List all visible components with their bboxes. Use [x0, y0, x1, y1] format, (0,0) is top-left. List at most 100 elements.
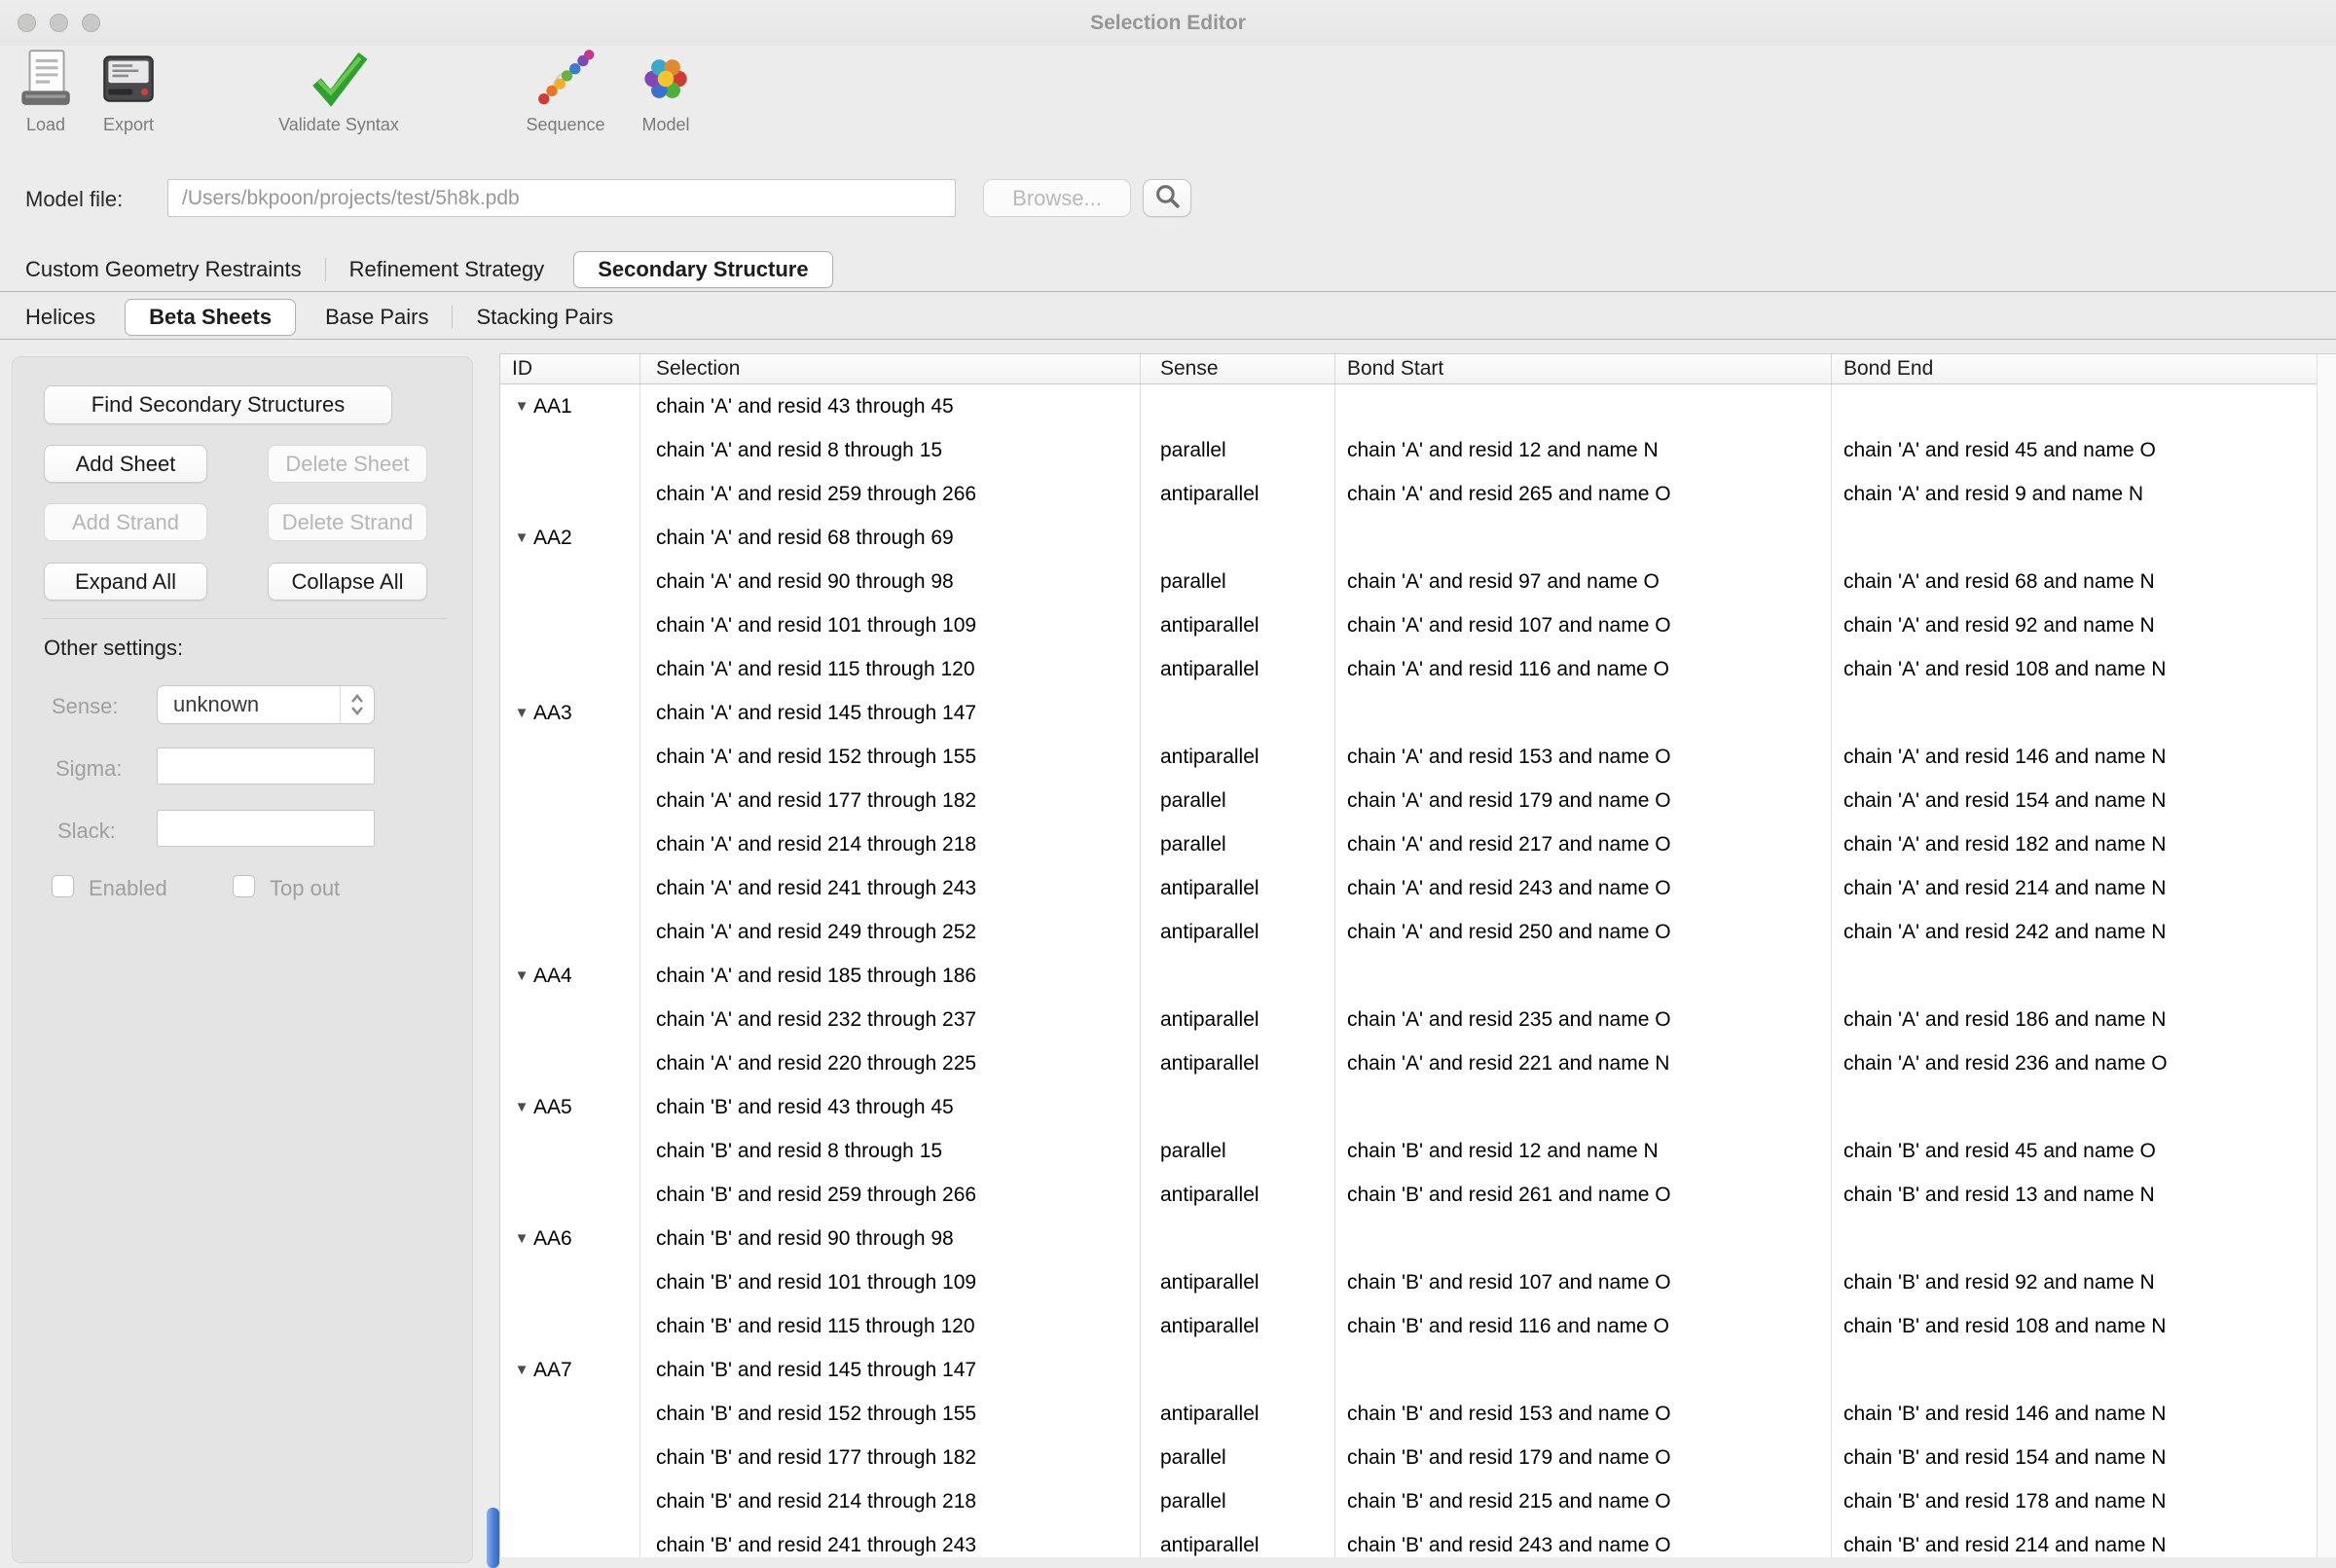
tab-secondary-structure[interactable]: Secondary Structure: [573, 251, 832, 288]
table-row[interactable]: ▼ chain 'A' and resid 249 through 252 an…: [500, 910, 2336, 954]
table-row[interactable]: ▼ chain 'A' and resid 152 through 155 an…: [500, 735, 2336, 779]
bond-start-cell[interactable]: chain 'A' and resid 217 and name O: [1335, 822, 1832, 866]
selection-cell[interactable]: chain 'B' and resid 101 through 109: [640, 1260, 1141, 1304]
table-row[interactable]: ▼ AA2 chain 'A' and resid 68 through 69: [500, 516, 2336, 560]
bond-end-cell[interactable]: chain 'B' and resid 146 and name N: [1832, 1392, 2336, 1436]
find-secondary-structures-button[interactable]: Find Secondary Structures: [44, 385, 392, 424]
bond-start-cell[interactable]: chain 'A' and resid 250 and name O: [1335, 910, 1832, 954]
sense-cell[interactable]: antiparallel: [1141, 1523, 1335, 1557]
table-row[interactable]: ▼ chain 'A' and resid 232 through 237 an…: [500, 998, 2336, 1041]
column-header-selection[interactable]: Selection: [640, 354, 1141, 383]
bond-start-cell[interactable]: chain 'B' and resid 12 and name N: [1335, 1129, 1832, 1173]
sense-cell[interactable]: [1141, 1348, 1335, 1392]
disclosure-triangle-icon[interactable]: ▼: [510, 967, 533, 984]
selection-cell[interactable]: chain 'B' and resid 177 through 182: [640, 1436, 1141, 1479]
bond-end-cell[interactable]: chain 'A' and resid 242 and name N: [1832, 910, 2336, 954]
selection-cell[interactable]: chain 'B' and resid 8 through 15: [640, 1129, 1141, 1173]
bond-end-cell[interactable]: chain 'B' and resid 45 and name O: [1832, 1129, 2336, 1173]
disclosure-triangle-icon[interactable]: ▼: [510, 1230, 533, 1247]
selection-cell[interactable]: chain 'A' and resid 177 through 182: [640, 779, 1141, 822]
sense-cell[interactable]: antiparallel: [1141, 1260, 1335, 1304]
bond-end-cell[interactable]: chain 'B' and resid 108 and name N: [1832, 1304, 2336, 1348]
table-row[interactable]: ▼ chain 'B' and resid 241 through 243 an…: [500, 1523, 2336, 1557]
selection-cell[interactable]: chain 'A' and resid 152 through 155: [640, 735, 1141, 779]
selection-cell[interactable]: chain 'A' and resid 145 through 147: [640, 691, 1141, 735]
selection-cell[interactable]: chain 'B' and resid 43 through 45: [640, 1085, 1141, 1129]
selection-cell[interactable]: chain 'A' and resid 259 through 266: [640, 472, 1141, 516]
sense-cell[interactable]: antiparallel: [1141, 1392, 1335, 1436]
bond-end-cell[interactable]: [1832, 1217, 2336, 1260]
table-row[interactable]: ▼ AA3 chain 'A' and resid 145 through 14…: [500, 691, 2336, 735]
selection-cell[interactable]: chain 'A' and resid 43 through 45: [640, 384, 1141, 428]
table-row[interactable]: ▼ AA1 chain 'A' and resid 43 through 45: [500, 384, 2336, 428]
selection-cell[interactable]: chain 'B' and resid 241 through 243: [640, 1523, 1141, 1557]
bond-start-cell[interactable]: chain 'A' and resid 221 and name N: [1335, 1041, 1832, 1085]
bond-end-cell[interactable]: chain 'A' and resid 45 and name O: [1832, 428, 2336, 472]
sense-cell[interactable]: antiparallel: [1141, 472, 1335, 516]
bond-start-cell[interactable]: [1335, 1348, 1832, 1392]
selection-cell[interactable]: chain 'B' and resid 214 through 218: [640, 1479, 1141, 1523]
selection-cell[interactable]: chain 'B' and resid 145 through 147: [640, 1348, 1141, 1392]
bond-end-cell[interactable]: [1832, 516, 2336, 560]
disclosure-triangle-icon[interactable]: ▼: [510, 398, 533, 415]
table-row[interactable]: ▼ chain 'A' and resid 101 through 109 an…: [500, 603, 2336, 647]
vertical-scrollbar[interactable]: [2317, 354, 2336, 1557]
sense-cell[interactable]: antiparallel: [1141, 998, 1335, 1041]
expand-all-button[interactable]: Expand All: [44, 563, 207, 601]
disclosure-triangle-icon[interactable]: ▼: [510, 1099, 533, 1115]
bond-end-cell[interactable]: chain 'A' and resid 146 and name N: [1832, 735, 2336, 779]
tab-stacking-pairs[interactable]: Stacking Pairs: [453, 295, 637, 339]
selection-cell[interactable]: chain 'B' and resid 259 through 266: [640, 1173, 1141, 1217]
bond-start-cell[interactable]: chain 'B' and resid 179 and name O: [1335, 1436, 1832, 1479]
sense-cell[interactable]: antiparallel: [1141, 1173, 1335, 1217]
sense-cell[interactable]: [1141, 1085, 1335, 1129]
selection-cell[interactable]: chain 'A' and resid 185 through 186: [640, 954, 1141, 998]
sense-cell[interactable]: parallel: [1141, 560, 1335, 603]
bond-end-cell[interactable]: chain 'B' and resid 92 and name N: [1832, 1260, 2336, 1304]
zoom-window-button[interactable]: [82, 14, 100, 32]
sense-cell[interactable]: antiparallel: [1141, 735, 1335, 779]
tab-custom-geometry-restraints[interactable]: Custom Geometry Restraints: [2, 248, 325, 291]
bond-end-cell[interactable]: chain 'A' and resid 236 and name O: [1832, 1041, 2336, 1085]
table-row[interactable]: ▼ chain 'A' and resid 177 through 182 pa…: [500, 779, 2336, 822]
bond-end-cell[interactable]: chain 'A' and resid 92 and name N: [1832, 603, 2336, 647]
bond-start-cell[interactable]: chain 'B' and resid 153 and name O: [1335, 1392, 1832, 1436]
bond-end-cell[interactable]: [1832, 954, 2336, 998]
sense-cell[interactable]: parallel: [1141, 1436, 1335, 1479]
tab-helices[interactable]: Helices: [2, 295, 119, 339]
bond-end-cell[interactable]: chain 'A' and resid 68 and name N: [1832, 560, 2336, 603]
disclosure-triangle-icon[interactable]: ▼: [510, 529, 533, 546]
selection-cell[interactable]: chain 'A' and resid 90 through 98: [640, 560, 1141, 603]
bond-start-cell[interactable]: chain 'B' and resid 215 and name O: [1335, 1479, 1832, 1523]
sense-cell[interactable]: [1141, 691, 1335, 735]
selection-cell[interactable]: chain 'B' and resid 115 through 120: [640, 1304, 1141, 1348]
bond-end-cell[interactable]: chain 'A' and resid 182 and name N: [1832, 822, 2336, 866]
toolbar-load-button[interactable]: Load: [16, 47, 76, 135]
table-row[interactable]: ▼ chain 'B' and resid 101 through 109 an…: [500, 1260, 2336, 1304]
bond-start-cell[interactable]: chain 'B' and resid 261 and name O: [1335, 1173, 1832, 1217]
search-button[interactable]: [1143, 179, 1191, 217]
add-sheet-button[interactable]: Add Sheet: [44, 445, 207, 483]
bond-end-cell[interactable]: chain 'A' and resid 214 and name N: [1832, 866, 2336, 910]
collapse-all-button[interactable]: Collapse All: [268, 563, 427, 601]
bond-end-cell[interactable]: chain 'B' and resid 178 and name N: [1832, 1479, 2336, 1523]
bond-start-cell[interactable]: [1335, 691, 1832, 735]
selection-cell[interactable]: chain 'A' and resid 214 through 218: [640, 822, 1141, 866]
selection-cell[interactable]: chain 'A' and resid 249 through 252: [640, 910, 1141, 954]
sense-cell[interactable]: [1141, 954, 1335, 998]
selection-cell[interactable]: chain 'A' and resid 115 through 120: [640, 647, 1141, 691]
sense-cell[interactable]: antiparallel: [1141, 910, 1335, 954]
selection-cell[interactable]: chain 'A' and resid 101 through 109: [640, 603, 1141, 647]
table-row[interactable]: ▼ chain 'B' and resid 259 through 266 an…: [500, 1173, 2336, 1217]
table-row[interactable]: ▼ chain 'B' and resid 214 through 218 pa…: [500, 1479, 2336, 1523]
toolbar-sequence-button[interactable]: Sequence: [526, 47, 604, 135]
table-row[interactable]: ▼ chain 'A' and resid 259 through 266 an…: [500, 472, 2336, 516]
bond-start-cell[interactable]: chain 'B' and resid 243 and name O: [1335, 1523, 1832, 1557]
bond-start-cell[interactable]: [1335, 954, 1832, 998]
bond-end-cell[interactable]: chain 'B' and resid 13 and name N: [1832, 1173, 2336, 1217]
column-header-sense[interactable]: Sense: [1141, 354, 1335, 383]
table-row[interactable]: ▼ AA5 chain 'B' and resid 43 through 45: [500, 1085, 2336, 1129]
minimize-window-button[interactable]: [50, 14, 68, 32]
tab-base-pairs[interactable]: Base Pairs: [302, 295, 452, 339]
table-row[interactable]: ▼ AA4 chain 'A' and resid 185 through 18…: [500, 954, 2336, 998]
